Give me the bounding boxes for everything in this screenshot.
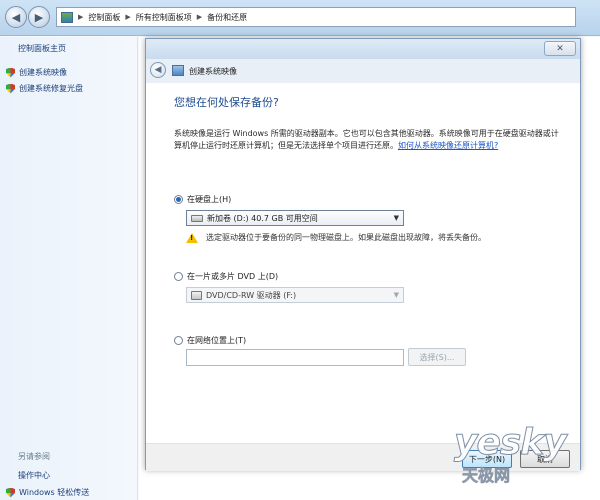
close-button[interactable]: ✕ (544, 41, 576, 56)
dialog-titlebar[interactable]: ✕ (146, 39, 580, 59)
arrow-right-icon: ▶ (34, 10, 44, 24)
network-option[interactable]: 在网络位置上(T) (174, 335, 246, 346)
shield-icon (6, 67, 15, 78)
sidebar: 控制面板主页 创建系统映像 创建系统修复光盘 另请参阅 操作中心 Windows… (0, 37, 138, 500)
sidebar-item-label: 创建系统映像 (19, 68, 67, 77)
hdd-radio[interactable] (174, 195, 183, 204)
breadcrumb-separator-icon: ▶ (125, 13, 131, 21)
breadcrumb-control-panel[interactable]: 控制面板 (88, 12, 120, 23)
dvd-option-label: 在一片或多片 DVD 上(D) (187, 272, 279, 281)
forward-button[interactable]: ▶ (28, 6, 50, 28)
dvd-option[interactable]: 在一片或多片 DVD 上(D) (174, 271, 278, 282)
dialog-title: 创建系统映像 (189, 67, 237, 76)
easy-transfer-label: Windows 轻松传送 (19, 488, 90, 497)
arrow-left-icon: ◀ (154, 65, 162, 75)
page-heading: 您想在何处保存备份? (174, 96, 279, 109)
sidebar-item-create-image[interactable]: 创建系统映像 (6, 67, 67, 78)
breadcrumb-separator-icon: ▶ (196, 13, 203, 21)
breadcrumb-backup-restore[interactable]: 备份和还原 (207, 12, 247, 23)
restore-help-link[interactable]: 如何从系统映像还原计算机? (398, 141, 498, 150)
shield-icon (6, 487, 15, 498)
description-text: 系统映像是运行 Windows 所需的驱动器副本。它也可以包含其他驱动器。系统映… (174, 128, 566, 152)
chevron-down-icon: ▼ (393, 214, 399, 222)
see-also-heading: 另请参阅 (18, 452, 50, 461)
network-option-label: 在网络位置上(T) (187, 336, 247, 345)
description-body: 系统映像是运行 Windows 所需的驱动器副本。它也可以包含其他驱动器。系统映… (174, 129, 559, 150)
sidebar-home-link[interactable]: 控制面板主页 (18, 43, 66, 54)
create-system-image-dialog: ✕ ◀ 创建系统映像 您想在何处保存备份? 系统映像是运行 Windows 所需… (145, 38, 581, 471)
hard-drive-icon (191, 214, 203, 222)
breadcrumb-separator-icon: ▶ (78, 13, 84, 21)
hdd-drive-value: 新加卷 (D:) 40.7 GB 可用空间 (207, 213, 318, 223)
network-location-input[interactable] (186, 349, 404, 366)
arrow-left-icon: ◀ (11, 10, 21, 24)
dialog-header: ◀ 创建系统映像 (146, 59, 580, 83)
sidebar-item-repair-disc[interactable]: 创建系统修复光盘 (6, 83, 83, 94)
control-panel-icon (61, 11, 73, 23)
dvd-drive-select[interactable]: DVD/CD-RW 驱动器 (F:) ▼ (186, 287, 404, 303)
watermark-main-text: yesky (454, 422, 568, 464)
dvd-drive-icon (191, 290, 202, 300)
watermark-sub-text: 天极网 (462, 466, 511, 486)
browse-button[interactable]: 选择(S)... (408, 348, 466, 366)
address-bar[interactable]: ▶ 控制面板 ▶ 所有控制面板项 ▶ 备份和还原 (56, 7, 576, 27)
dialog-content: 您想在何处保存备份? 系统映像是运行 Windows 所需的驱动器副本。它也可以… (146, 83, 580, 443)
close-icon: ✕ (556, 43, 564, 54)
dialog-back-button[interactable]: ◀ (150, 62, 166, 78)
hdd-option-label: 在硬盘上(H) (187, 195, 232, 204)
easy-transfer-link[interactable]: Windows 轻松传送 (6, 487, 89, 498)
dvd-radio[interactable] (174, 272, 183, 281)
chevron-down-icon: ▼ (393, 291, 399, 299)
hdd-option[interactable]: 在硬盘上(H) (174, 194, 231, 205)
warning-message: 选定驱动器位于要备份的同一物理磁盘上。如果此磁盘出现故障，将丢失备份。 (186, 232, 486, 243)
breadcrumb-all-items[interactable]: 所有控制面板项 (136, 12, 192, 23)
warning-text: 选定驱动器位于要备份的同一物理磁盘上。如果此磁盘出现故障，将丢失备份。 (206, 233, 486, 242)
shield-icon (6, 83, 15, 94)
network-radio[interactable] (174, 336, 183, 345)
dvd-drive-value: DVD/CD-RW 驱动器 (F:) (206, 290, 297, 300)
explorer-toolbar: ◀ ▶ ▶ 控制面板 ▶ 所有控制面板项 ▶ 备份和还原 (0, 0, 600, 36)
back-button[interactable]: ◀ (5, 6, 27, 28)
hdd-drive-select[interactable]: 新加卷 (D:) 40.7 GB 可用空间 ▼ (186, 210, 404, 226)
action-center-link[interactable]: 操作中心 (18, 470, 50, 481)
watermark-logo: yesky 天极网 (452, 422, 592, 492)
warning-icon (186, 232, 198, 243)
system-image-icon (172, 65, 184, 76)
sidebar-item-label: 创建系统修复光盘 (19, 84, 83, 93)
